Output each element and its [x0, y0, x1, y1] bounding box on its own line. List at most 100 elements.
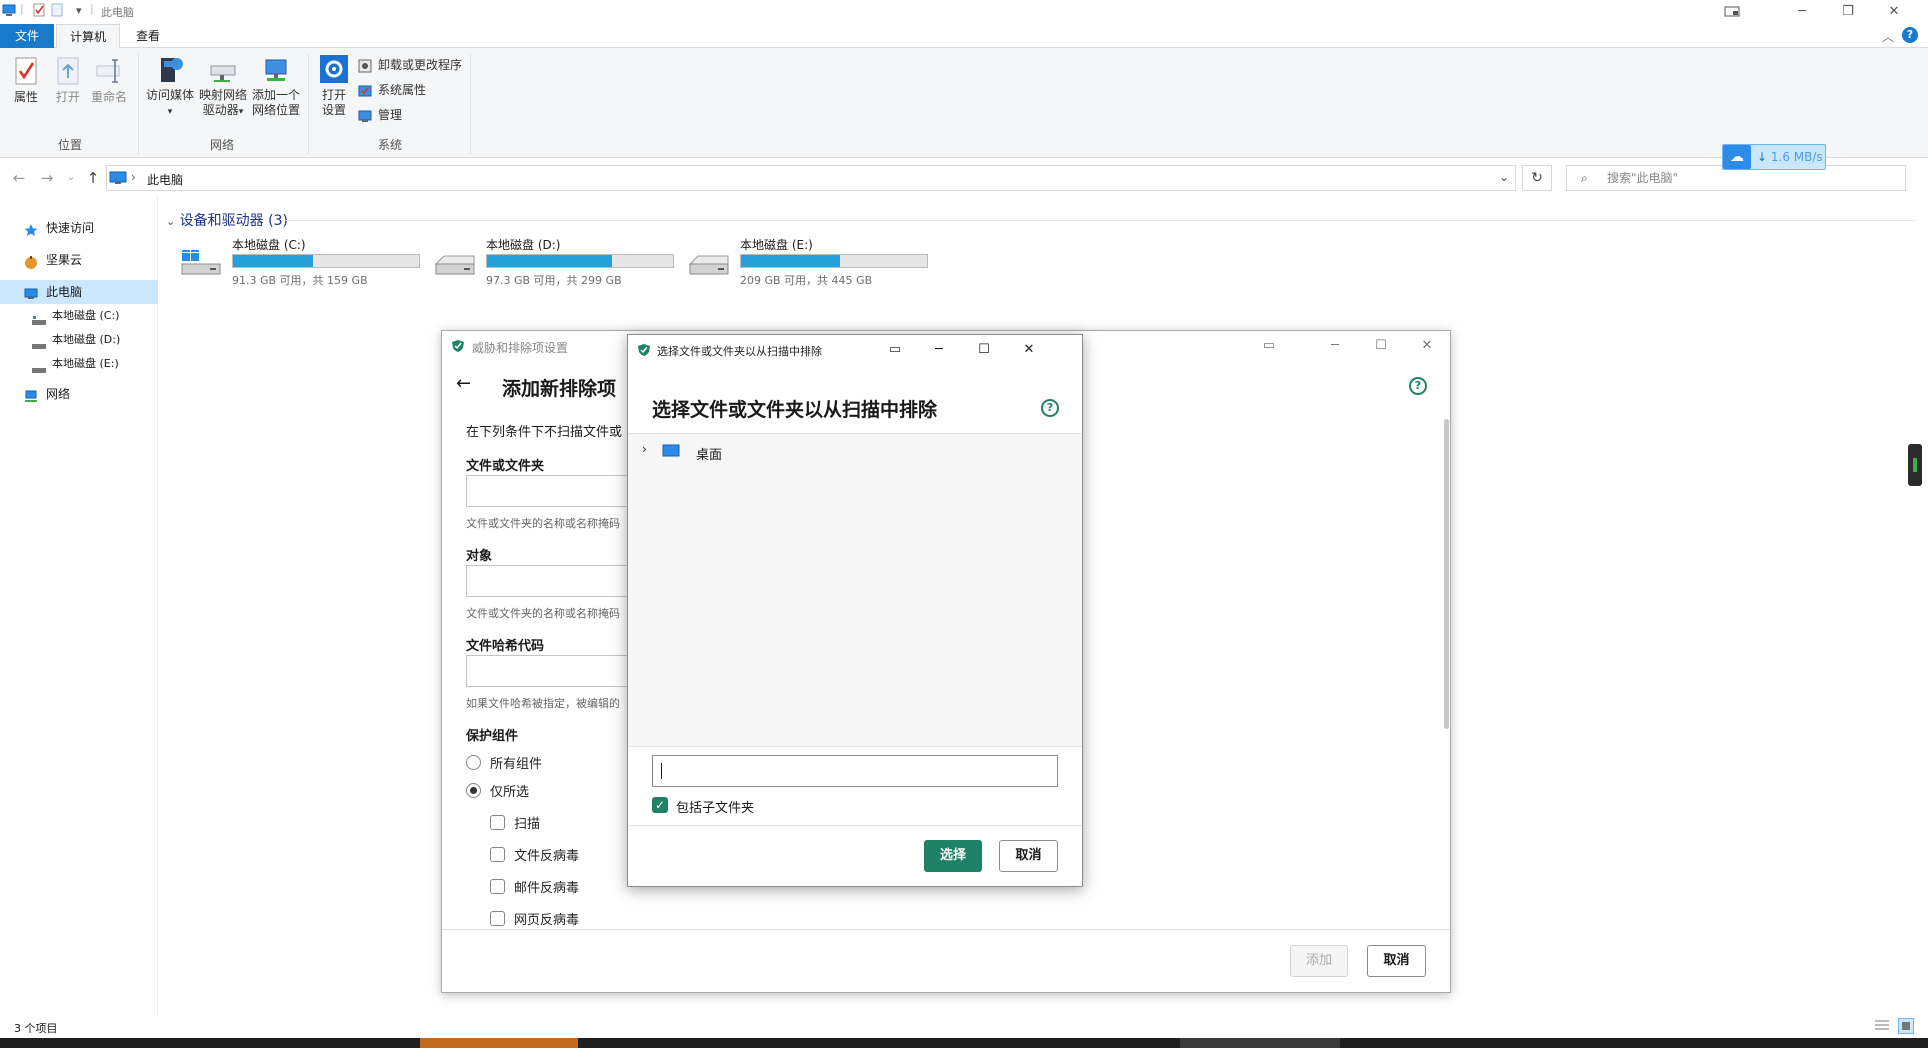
- breadcrumb[interactable]: 此电脑: [147, 171, 183, 188]
- forward-arrow-icon[interactable]: →: [36, 168, 58, 188]
- map-network-drive-button[interactable]: 映射网络 驱动器▾: [198, 54, 248, 120]
- new-folder-quick-icon[interactable]: [50, 3, 64, 17]
- address-bar[interactable]: › 此电脑 ⌄: [106, 165, 1516, 191]
- back-arrow-icon[interactable]: ←: [8, 168, 30, 188]
- maximize-button[interactable]: ☐: [969, 338, 999, 362]
- back-arrow-icon[interactable]: ←: [456, 373, 471, 394]
- open-settings-button[interactable]: 打开 设置: [314, 54, 354, 118]
- checkbox-web-av[interactable]: [490, 911, 505, 926]
- select-button[interactable]: 选择: [924, 840, 982, 872]
- refresh-button[interactable]: ↻: [1522, 165, 1552, 191]
- object-input[interactable]: [466, 565, 636, 597]
- collapse-ribbon-icon[interactable]: ︿: [1882, 28, 1894, 45]
- group-header-devices[interactable]: ⌄ 设备和驱动器 (3): [166, 210, 1916, 230]
- widget-indicator: [1913, 458, 1917, 472]
- checkbox-scan[interactable]: [490, 815, 505, 830]
- properties-icon: [11, 56, 41, 86]
- group-divider: [286, 220, 1916, 221]
- minimize-button[interactable]: ─: [1782, 2, 1822, 22]
- intro-text: 在下列条件下不扫描文件或: [466, 425, 623, 440]
- taskbar-active-app[interactable]: [420, 1038, 578, 1048]
- radio-selected-only[interactable]: [466, 783, 481, 798]
- download-arrow-icon: ↓: [1757, 150, 1768, 164]
- add-network-location-button[interactable]: 添加一个 网络位置: [250, 54, 302, 118]
- status-bar: 3 个项目: [0, 1016, 1928, 1038]
- scrollbar-thumb[interactable]: [1444, 419, 1449, 729]
- dialog-heading: 添加新排除项: [502, 378, 617, 400]
- cast-icon[interactable]: [1712, 2, 1752, 22]
- drive-tile-c[interactable]: 本地磁盘 (C:) 91.3 GB 可用，共 159 GB: [180, 236, 430, 287]
- cancel-button[interactable]: 取消: [999, 840, 1058, 872]
- restore-button[interactable]: ❐: [1828, 2, 1868, 22]
- shield-icon: [637, 343, 651, 357]
- group-label-system: 系统: [377, 138, 402, 152]
- help-icon[interactable]: ?: [1041, 399, 1059, 417]
- system-properties-button[interactable]: 系统属性: [358, 79, 426, 101]
- checkbox-file-av-label: 文件反病毒: [514, 849, 580, 864]
- drive-icon: [434, 250, 476, 276]
- nav-item-nutstore[interactable]: 坚果云: [0, 248, 158, 272]
- access-media-button[interactable]: 访问媒体 ▾: [144, 54, 196, 120]
- up-arrow-icon[interactable]: ↑: [82, 168, 104, 188]
- file-folder-input[interactable]: [466, 475, 636, 507]
- taskbar-app[interactable]: [1180, 1038, 1340, 1048]
- shield-icon: [451, 339, 465, 353]
- drive-usage-fill: [233, 255, 313, 267]
- tab-computer[interactable]: 计算机: [56, 24, 120, 49]
- cast-icon[interactable]: ▭: [880, 338, 910, 362]
- include-subfolders-checkbox[interactable]: ✓: [652, 797, 668, 813]
- uninstall-program-button[interactable]: 卸载或更改程序: [358, 54, 462, 76]
- path-input[interactable]: [652, 755, 1058, 787]
- chevron-down-icon[interactable]: ⌄: [1499, 170, 1509, 184]
- nav-item-drive-c[interactable]: 本地磁盘 (C:): [0, 304, 158, 328]
- drive-tile-e[interactable]: 本地磁盘 (E:) 209 GB 可用，共 445 GB: [688, 236, 938, 287]
- nav-item-drive-e[interactable]: 本地磁盘 (E:): [0, 352, 158, 376]
- address-row: ← → ⌄ ↑ › 此电脑 ⌄ ↻ ⌕ 搜索"此电脑" ☁ ↓ 1.6 MB/s: [0, 144, 1928, 196]
- download-speed-badge[interactable]: ☁ ↓ 1.6 MB/s: [1722, 144, 1826, 170]
- chevron-down-icon: ▾: [238, 107, 244, 117]
- nav-item-drive-d[interactable]: 本地磁盘 (D:): [0, 328, 158, 352]
- properties-quick-icon[interactable]: [32, 3, 46, 17]
- maximize-button[interactable]: ☐: [1366, 334, 1396, 358]
- object-label: 对象: [466, 549, 493, 564]
- checkbox-web-av-label: 网页反病毒: [514, 913, 580, 928]
- close-button[interactable]: ✕: [1412, 334, 1442, 358]
- help-icon[interactable]: ?: [1902, 27, 1918, 43]
- drive-tile-d[interactable]: 本地磁盘 (D:) 97.3 GB 可用，共 299 GB: [434, 236, 684, 287]
- nav-item-quick-access[interactable]: 快速访问: [0, 216, 158, 240]
- chevron-right-icon[interactable]: ›: [642, 442, 647, 456]
- minimize-button[interactable]: ─: [924, 338, 954, 362]
- close-button[interactable]: ✕: [1014, 338, 1044, 362]
- chevron-down-icon[interactable]: ⌄: [60, 168, 82, 188]
- tab-view[interactable]: 查看: [122, 24, 174, 48]
- nav-item-network[interactable]: 网络: [0, 382, 158, 406]
- star-icon: [24, 221, 38, 236]
- nav-item-this-pc[interactable]: 此电脑: [0, 280, 158, 304]
- desktop-icon: [662, 444, 680, 458]
- details-view-icon[interactable]: [1874, 1019, 1890, 1033]
- hash-label: 文件哈希代码: [466, 639, 545, 654]
- cast-icon[interactable]: ▭: [1254, 334, 1284, 358]
- properties-button[interactable]: 属性: [10, 56, 42, 105]
- checkbox-mail-av[interactable]: [490, 879, 505, 894]
- open-button[interactable]: 打开: [52, 56, 84, 105]
- chevron-down-icon[interactable]: ▾: [76, 4, 82, 17]
- close-button[interactable]: ✕: [1874, 2, 1914, 22]
- rename-button[interactable]: 重命名: [90, 56, 128, 105]
- large-icons-view-icon[interactable]: [1898, 1018, 1914, 1034]
- help-icon[interactable]: ?: [1409, 377, 1427, 395]
- side-widget-handle[interactable]: [1908, 444, 1922, 486]
- computer-icon: [2, 3, 16, 17]
- manage-button[interactable]: 管理: [358, 104, 402, 126]
- add-button[interactable]: 添加: [1290, 945, 1348, 977]
- cancel-button[interactable]: 取消: [1367, 945, 1426, 977]
- divider: |: [90, 2, 94, 15]
- search-icon: ⌕: [1581, 171, 1588, 185]
- hash-input[interactable]: [466, 655, 636, 687]
- minimize-button[interactable]: ─: [1320, 334, 1350, 358]
- ribbon-tabs: 文件 计算机 查看 ︿ ?: [0, 24, 1928, 49]
- radio-all-components[interactable]: [466, 755, 481, 770]
- checkbox-file-av[interactable]: [490, 847, 505, 862]
- tree-item-desktop[interactable]: › 桌面: [638, 440, 1058, 463]
- tab-file[interactable]: 文件: [0, 24, 54, 48]
